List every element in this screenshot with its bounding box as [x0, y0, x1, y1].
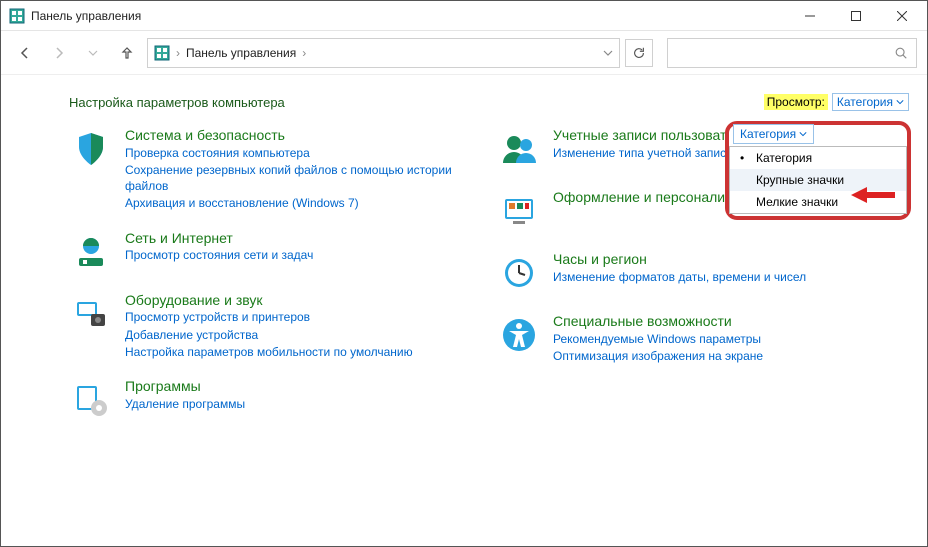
- category-sublink[interactable]: Просмотр устройств и принтеров: [125, 309, 413, 325]
- chevron-down-icon: [896, 98, 904, 106]
- category-body: Часы и регионИзменение форматов даты, вр…: [553, 251, 806, 295]
- minimize-button[interactable]: [787, 1, 833, 31]
- shield-icon: [69, 127, 113, 171]
- appearance-icon: [497, 189, 541, 233]
- view-by-selector[interactable]: Категория: [832, 93, 909, 111]
- breadcrumb-separator[interactable]: ›: [302, 46, 306, 60]
- category-sublink[interactable]: Настройка параметров мобильности по умол…: [125, 344, 413, 360]
- control-panel-icon: [154, 45, 170, 61]
- search-box[interactable]: [667, 38, 917, 68]
- category-title-link[interactable]: Сеть и Интернет: [125, 230, 313, 247]
- refresh-button[interactable]: [625, 39, 653, 67]
- clock-icon: [497, 251, 541, 295]
- category-sublink[interactable]: Изменение форматов даты, времени и чисел: [553, 269, 806, 285]
- category-item: Система и безопасностьПроверка состояния…: [69, 127, 481, 212]
- recent-locations-button[interactable]: [79, 39, 107, 67]
- window-title: Панель управления: [31, 9, 787, 23]
- close-button[interactable]: [879, 1, 925, 31]
- nav-toolbar: › Панель управления ›: [1, 31, 927, 75]
- users-icon: [497, 127, 541, 171]
- category-sublink[interactable]: Оптимизация изображения на экране: [553, 348, 763, 364]
- category-sublink[interactable]: Рекомендуемые Windows параметры: [553, 331, 763, 347]
- programs-icon: [69, 378, 113, 422]
- page-heading: Настройка параметров компьютера: [69, 95, 285, 110]
- category-body: ПрограммыУдаление программы: [125, 378, 245, 422]
- breadcrumb-separator[interactable]: ›: [176, 46, 180, 60]
- category-title-link[interactable]: Часы и регион: [553, 251, 806, 268]
- callout-arrow-icon: [851, 187, 895, 203]
- category-body: Специальные возможностиРекомендуемые Win…: [553, 313, 763, 364]
- chevron-down-icon: [799, 130, 807, 138]
- category-title-link[interactable]: Система и безопасность: [125, 127, 481, 144]
- control-panel-icon: [9, 8, 25, 24]
- search-input[interactable]: [676, 46, 894, 60]
- category-body: Оборудование и звукПросмотр устройств и …: [125, 292, 413, 360]
- network-icon: [69, 230, 113, 274]
- address-bar[interactable]: › Панель управления ›: [147, 38, 620, 68]
- address-dropdown-icon[interactable]: [603, 48, 613, 58]
- breadcrumb-item[interactable]: Панель управления: [186, 46, 296, 60]
- view-by-label: Просмотр:: [764, 94, 828, 110]
- maximize-button[interactable]: [833, 1, 879, 31]
- category-column: Система и безопасностьПроверка состояния…: [69, 127, 481, 422]
- category-sublink[interactable]: Просмотр состояния сети и задач: [125, 247, 313, 263]
- hardware-icon: [69, 292, 113, 336]
- category-title-link[interactable]: Оборудование и звук: [125, 292, 413, 309]
- view-by-dropdown-annotation: Категория КатегорияКрупные значкиМелкие …: [725, 121, 911, 220]
- up-button[interactable]: [113, 39, 141, 67]
- category-item: Специальные возможностиРекомендуемые Win…: [497, 313, 909, 364]
- forward-button[interactable]: [45, 39, 73, 67]
- category-item: ПрограммыУдаление программы: [69, 378, 481, 422]
- category-body: Сеть и ИнтернетПросмотр состояния сети и…: [125, 230, 313, 274]
- category-item: Оборудование и звукПросмотр устройств и …: [69, 292, 481, 360]
- view-by-menu: КатегорияКрупные значкиМелкие значки: [729, 146, 907, 214]
- category-sublink[interactable]: Архивация и восстановление (Windows 7): [125, 195, 481, 211]
- titlebar: Панель управления: [1, 1, 927, 31]
- category-sublink[interactable]: Удаление программы: [125, 396, 245, 412]
- view-by-header-value: Категория: [740, 127, 796, 141]
- back-button[interactable]: [11, 39, 39, 67]
- category-item: Часы и регионИзменение форматов даты, вр…: [497, 251, 909, 295]
- view-menu-item[interactable]: Категория: [730, 147, 906, 169]
- category-item: Сеть и ИнтернетПросмотр состояния сети и…: [69, 230, 481, 274]
- category-sublink[interactable]: Сохранение резервных копий файлов с помо…: [125, 162, 481, 194]
- accessibility-icon: [497, 313, 541, 357]
- category-body: Система и безопасностьПроверка состояния…: [125, 127, 481, 212]
- category-sublink[interactable]: Добавление устройства: [125, 327, 413, 343]
- category-title-link[interactable]: Программы: [125, 378, 245, 395]
- category-title-link[interactable]: Специальные возможности: [553, 313, 763, 330]
- view-by-value: Категория: [837, 95, 893, 109]
- search-icon: [894, 46, 908, 60]
- view-by-selector-open[interactable]: Категория: [733, 124, 814, 144]
- category-sublink[interactable]: Проверка состояния компьютера: [125, 145, 481, 161]
